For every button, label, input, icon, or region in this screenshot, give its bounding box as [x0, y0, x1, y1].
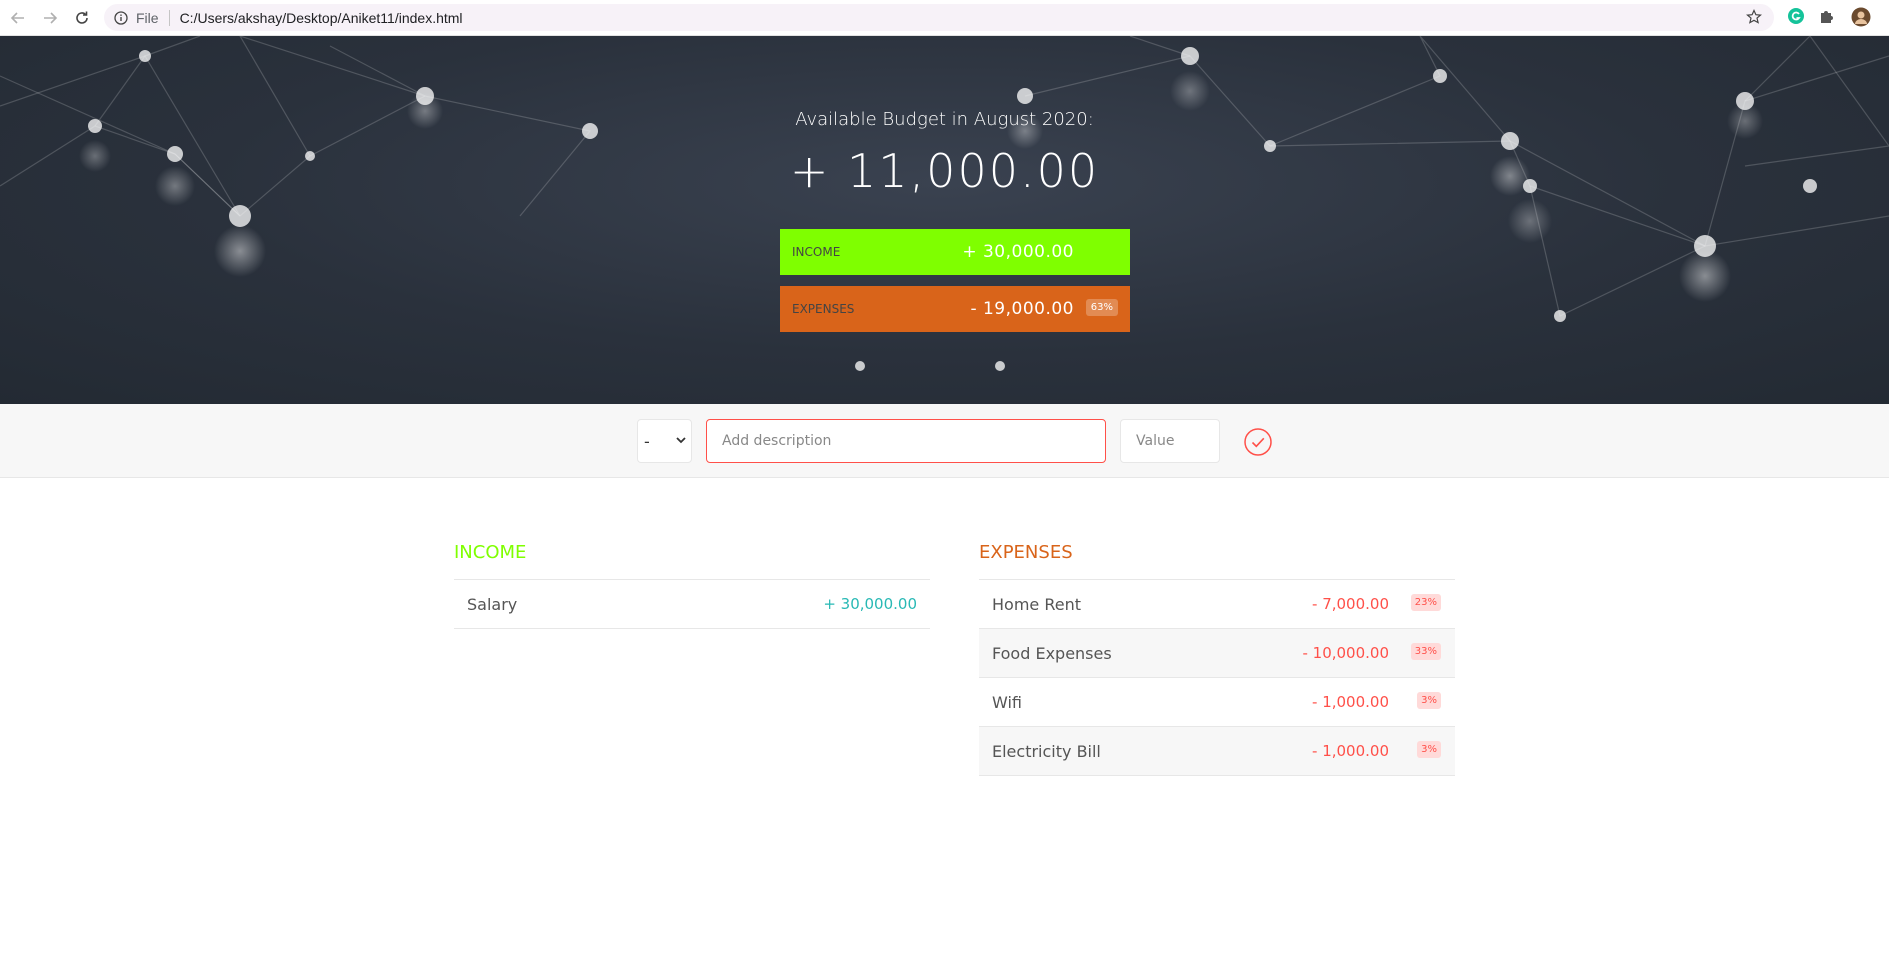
info-icon[interactable] [114, 10, 128, 25]
income-list-item[interactable]: Salary + 30,000.00 [454, 580, 930, 629]
expense-list-item[interactable]: Home Rent - 7,000.00 23% [979, 580, 1455, 629]
budget-income-value: + 30,000.00 [962, 242, 1074, 262]
value-input[interactable] [1120, 419, 1220, 463]
budget-expenses-percentage: 63% [1085, 299, 1118, 316]
expense-item-description: Food Expenses [992, 643, 1112, 663]
add-entry-button[interactable] [1244, 428, 1272, 456]
network-background-image [0, 36, 1889, 371]
url-scheme-label: File [136, 9, 159, 26]
expense-list-item[interactable]: Wifi - 1,000.00 3% [979, 678, 1455, 727]
budget-header: Available Budget in August 2020: + 11,00… [0, 36, 1889, 404]
budget-income-summary: Income + 30,000.00 [780, 229, 1130, 275]
expense-item-percentage: 3% [1417, 741, 1441, 758]
income-item-value: + 30,000.00 [823, 595, 917, 613]
extensions-puzzle-icon[interactable] [1818, 7, 1836, 25]
available-budget-value: + 11,000.00 [789, 144, 1100, 198]
expense-item-description: Wifi [992, 692, 1022, 712]
expense-item-value: - 7,000.00 [1312, 595, 1389, 613]
budget-income-label: Income [792, 245, 841, 259]
address-bar[interactable]: File C:/Users/akshay/Desktop/Aniket11/in… [104, 4, 1774, 31]
expenses-list: Home Rent - 7,000.00 23% Food Expenses -… [979, 580, 1455, 776]
expense-list-item[interactable]: Electricity Bill - 1,000.00 3% [979, 727, 1455, 776]
expense-item-percentage: 23% [1410, 594, 1441, 611]
url-text[interactable]: C:/Users/akshay/Desktop/Aniket11/index.h… [180, 10, 463, 26]
add-entry-bar: - [0, 404, 1889, 478]
budget-expenses-summary: Expenses - 19,000.00 63% [780, 286, 1130, 332]
bookmark-star-icon[interactable] [1746, 9, 1762, 25]
budget-title: Available Budget in August 2020: [795, 109, 1094, 130]
budget-expenses-label: Expenses [792, 302, 855, 316]
expense-list-item[interactable]: Food Expenses - 10,000.00 33% [979, 629, 1455, 678]
expense-item-description: Home Rent [992, 594, 1081, 614]
income-list: Salary + 30,000.00 [454, 580, 930, 629]
browser-toolbar: File C:/Users/akshay/Desktop/Aniket11/in… [0, 0, 1889, 36]
grammarly-extension-icon[interactable] [1787, 7, 1805, 25]
back-button[interactable] [4, 4, 32, 32]
expenses-column: Expenses Home Rent - 7,000.00 23% Food E… [979, 478, 1455, 776]
income-column: Income Salary + 30,000.00 [454, 478, 930, 629]
budget-expenses-value: - 19,000.00 [970, 299, 1074, 319]
reload-icon [76, 11, 88, 24]
expense-item-value: - 1,000.00 [1312, 742, 1389, 760]
expenses-list-title: Expenses [979, 540, 1455, 580]
arrow-left-icon [10, 11, 24, 24]
profile-avatar[interactable] [1851, 7, 1871, 27]
income-list-title: Income [454, 540, 930, 580]
reload-button[interactable] [68, 4, 96, 32]
entry-type-select[interactable]: - [637, 419, 692, 463]
chevron-down-icon [676, 437, 686, 444]
arrow-right-icon [44, 11, 58, 24]
checkmark-circle-icon [1244, 428, 1272, 456]
description-input[interactable] [706, 419, 1106, 463]
expense-item-percentage: 3% [1417, 692, 1441, 709]
omnibox-divider [168, 9, 170, 26]
entry-type-value: - [644, 431, 650, 451]
income-item-description: Salary [467, 594, 518, 614]
expense-item-description: Electricity Bill [992, 741, 1101, 761]
expense-item-value: - 10,000.00 [1302, 644, 1389, 662]
expense-item-value: - 1,000.00 [1312, 693, 1389, 711]
forward-button[interactable] [36, 4, 64, 32]
expense-item-percentage: 33% [1410, 643, 1441, 660]
